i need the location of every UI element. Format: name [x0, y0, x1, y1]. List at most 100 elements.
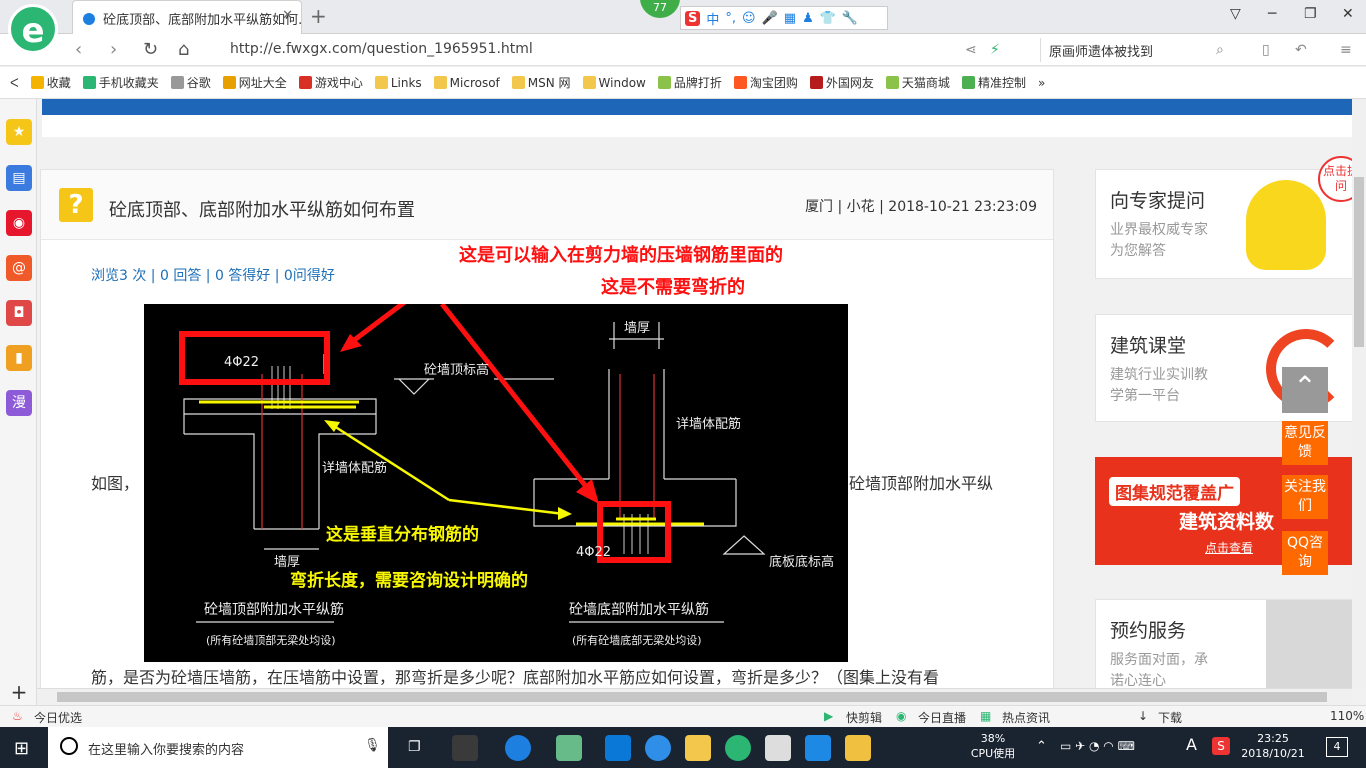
minimize-icon[interactable]: ─	[1268, 6, 1276, 22]
download[interactable]: 下载	[1158, 709, 1182, 726]
bookmark-item[interactable]: 收藏	[30, 74, 71, 91]
emoji-icon[interactable]: ☺	[742, 11, 756, 26]
novel-icon[interactable]: ▮	[6, 345, 32, 371]
undo-icon[interactable]: ↶	[1295, 42, 1307, 58]
clock[interactable]: 23:25 2018/10/21	[1240, 731, 1306, 761]
menu-icon[interactable]: ≡	[1340, 42, 1352, 58]
new-tab-button[interactable]: +	[310, 4, 327, 28]
taskbar-search-input[interactable]: 在这里输入你要搜索的内容 🎙	[48, 727, 388, 768]
mail-icon[interactable]: @	[6, 255, 32, 281]
sogou-tray-icon[interactable]: S	[1212, 737, 1230, 755]
ime-toolbar[interactable]: S 中 °, ☺ 🎤 ▦ ♟ 👕 🔧	[680, 6, 888, 30]
today-pick[interactable]: 今日优选	[34, 709, 82, 726]
quick-edit-icon[interactable]: ▶	[824, 709, 833, 723]
bookmark-item[interactable]: Window	[582, 74, 646, 91]
bookmark-item[interactable]: 网址大全	[222, 74, 287, 91]
tray-icons[interactable]: ▭ ✈ ◔ ◠ ⌨	[1060, 739, 1135, 754]
bookmarks-more[interactable]: »	[1038, 76, 1045, 90]
tab-close-icon[interactable]: ✕	[282, 8, 293, 23]
mobile-icon[interactable]: ▯	[1262, 42, 1270, 58]
notes-icon[interactable]	[845, 735, 871, 761]
ie-edge-icon[interactable]	[505, 735, 531, 761]
click-ask-bubble[interactable]: 点击提问	[1318, 156, 1352, 202]
collapse-icon[interactable]: ᐸ	[10, 76, 19, 90]
bookmark-item[interactable]: Links	[374, 74, 422, 91]
bookmark-item[interactable]: 天猫商城	[885, 74, 950, 91]
quick-edit[interactable]: 快剪辑	[846, 709, 882, 726]
close-window-icon[interactable]: ✕	[1342, 6, 1354, 22]
file-explorer-icon[interactable]	[685, 735, 711, 761]
user-icon[interactable]: ♟	[802, 11, 814, 26]
back-icon[interactable]: ‹	[75, 39, 82, 60]
follow-us-button[interactable]: 关注我们	[1282, 475, 1328, 519]
ime-indicator[interactable]: A	[1186, 737, 1197, 753]
horizontal-scrollbar[interactable]	[37, 688, 1352, 705]
download-icon[interactable]: ↓	[1138, 709, 1148, 723]
news-icon[interactable]: ▤	[6, 165, 32, 191]
home-icon[interactable]: ⌂	[178, 39, 189, 60]
today-live[interactable]: 今日直播	[918, 709, 966, 726]
mail-app-icon[interactable]	[765, 735, 791, 761]
mic-icon[interactable]: 🎤	[762, 11, 778, 26]
comic-icon[interactable]: 漫	[6, 390, 32, 416]
ask-expert-card[interactable]: 向专家提问 业界最权威专家为您解答 点击提问	[1095, 156, 1352, 279]
notification-center-icon[interactable]: 4	[1326, 737, 1348, 757]
horizontal-scroll-thumb[interactable]	[57, 692, 1327, 702]
feedback-button[interactable]: 意见反馈	[1282, 421, 1328, 465]
hot-news[interactable]: 热点资讯	[1002, 709, 1050, 726]
sogou-icon[interactable]: S	[685, 10, 701, 26]
qq-consult-button[interactable]: QQ咨询	[1282, 531, 1328, 575]
game-icon[interactable]: ◘	[6, 300, 32, 326]
browser-logo[interactable]: e	[8, 4, 58, 54]
360-browser-icon[interactable]	[725, 735, 751, 761]
cpu-meter[interactable]: 38% CPU使用	[968, 731, 1018, 761]
booking-card[interactable]: 预约服务 服务面对面，承 诺心连心	[1095, 599, 1352, 688]
app-g-icon[interactable]	[805, 735, 831, 761]
speed-icon[interactable]: ⚡	[990, 42, 1000, 58]
weibo-icon[interactable]: ◉	[6, 210, 32, 236]
tools-icon[interactable]: 🔧	[842, 11, 858, 26]
tab-active[interactable]: 砼底顶部、底部附加水平纵筋如何... ✕	[72, 0, 302, 34]
internet-explorer-icon[interactable]	[645, 735, 671, 761]
bookmark-item[interactable]: 精准控制	[961, 74, 1026, 91]
banner-view-button[interactable]: 点击查看	[1205, 539, 1253, 556]
shirt-menu-icon[interactable]: ▽	[1230, 6, 1241, 22]
notification-badge[interactable]: 77	[640, 0, 680, 18]
search-icon[interactable]: ⌕	[1216, 42, 1224, 58]
today-pick-icon[interactable]: ♨	[12, 709, 23, 723]
live-icon[interactable]: ◉	[896, 709, 906, 723]
add-sidebar-icon[interactable]: +	[6, 679, 32, 705]
task-view-icon[interactable]: ❐	[408, 739, 421, 755]
bookmark-item[interactable]: 外国网友	[809, 74, 874, 91]
tray-expand-icon[interactable]: ⌃	[1036, 739, 1047, 754]
share-icon[interactable]: ⋖	[965, 42, 977, 58]
keyboard-icon[interactable]: ▦	[784, 11, 796, 26]
search-input[interactable]: 原画师遗体被找到	[1040, 38, 1240, 62]
favorite-star-icon[interactable]: ★	[6, 119, 32, 145]
bookmark-item[interactable]: 手机收藏夹	[82, 74, 159, 91]
windows-start-icon[interactable]: ⊞	[14, 738, 29, 759]
news-hot-icon[interactable]: ▦	[980, 709, 991, 723]
bookmark-item[interactable]: 品牌打折	[657, 74, 722, 91]
bookmark-item[interactable]: 游戏中心	[298, 74, 363, 91]
maximize-icon[interactable]: ❐	[1304, 6, 1317, 22]
bookmarks-toggle[interactable]: ᐸ	[10, 76, 19, 90]
bookmark-item[interactable]: MSN 网	[511, 74, 571, 91]
app-fan-icon[interactable]	[452, 735, 478, 761]
refresh-icon[interactable]: ↻	[143, 39, 158, 60]
app-swirl-icon[interactable]	[556, 735, 582, 761]
skin-icon[interactable]: 👕	[820, 11, 836, 26]
edge-icon[interactable]	[605, 735, 631, 761]
ime-mode[interactable]: 中	[706, 9, 719, 28]
forward-icon[interactable]: ›	[110, 39, 117, 60]
ime-punct[interactable]: °,	[725, 11, 736, 26]
back-to-top-icon[interactable]: ⌃	[1282, 367, 1328, 413]
url-input[interactable]: http://e.fwxgx.com/question_1965951.html	[222, 38, 952, 62]
bookmark-item[interactable]: Microsof	[433, 74, 500, 91]
bookmark-item[interactable]: 谷歌	[170, 74, 211, 91]
vertical-scrollbar[interactable]	[1352, 99, 1366, 688]
mic-icon[interactable]: 🎙	[364, 738, 381, 753]
bookmark-item[interactable]: 淘宝团购	[733, 74, 798, 91]
zoom-level[interactable]: 110%	[1330, 709, 1364, 723]
vertical-scroll-thumb[interactable]	[1354, 177, 1364, 347]
